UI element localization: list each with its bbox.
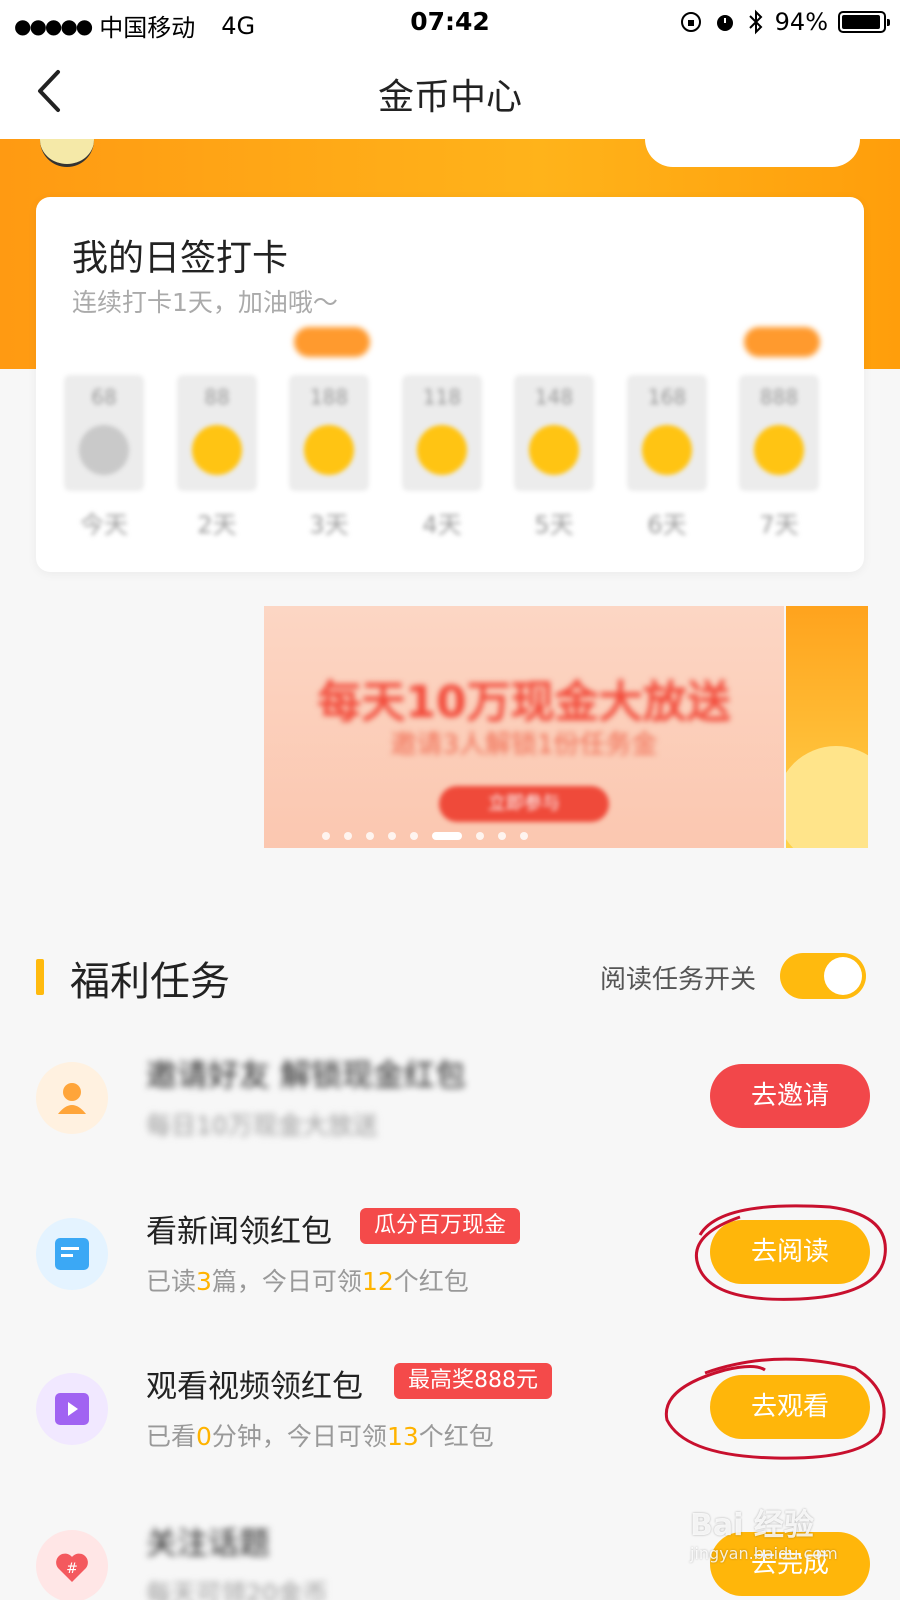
coin-icon [417,425,467,475]
status-bar: ●●●●● 中国移动 4G 07:42 94% [0,0,900,44]
checkin-subtitle: 连续打卡1天，加油哦～ [72,288,338,317]
battery-icon [838,11,890,33]
day-coins: 168 [647,385,687,409]
day-label: 6天 [647,511,687,539]
coin-balance-pill[interactable] [645,139,860,167]
day-label: 2天 [197,511,237,539]
task-name: 看新闻领红包 [146,1214,332,1250]
day-coins: 118 [422,385,462,409]
nav-bar: 金币中心 [0,44,900,139]
task-invite: 邀请好友 解锁现金红包 每日10万现金大放送 去邀请 [0,1036,900,1156]
checkin-day-7[interactable]: 888 7天 [739,327,820,557]
coin-icon [192,425,242,475]
day-coins: 148 [534,385,574,409]
coin-icon [304,425,354,475]
task-watch-video: 观看视频领红包 最高奖888元 已看0分钟，今日可领13个红包 去观看 [0,1347,900,1467]
day-label: 3天 [309,511,349,539]
coin-icon [529,425,579,475]
double-tag [294,327,370,357]
banner-cta-button[interactable]: 立即参与 [439,786,609,822]
checkin-day-6[interactable]: 168 6天 [627,327,707,557]
promo-banner-next[interactable] [786,606,868,848]
reading-task-toggle[interactable] [780,953,866,999]
rotation-lock-icon [680,12,701,32]
task-desc: 已看0分钟，今日可领13个红包 [146,1422,494,1451]
coin-icon [754,425,804,475]
banner-subtitle: 邀请3人解锁1份任务金 [390,730,658,760]
task-name: 关注话题 [146,1526,270,1562]
carousel-dots [322,832,528,840]
task-desc: 已读3篇，今日可领12个红包 [146,1267,469,1296]
news-icon [36,1218,108,1290]
section-title: 福利任务 [70,959,230,1005]
svg-text:#: # [66,1561,78,1577]
read-button[interactable]: 去阅读 [710,1220,870,1284]
watermark: Bai 经验 jingyan.baidu.com [690,1508,838,1563]
task-desc: 每天可领20金币 [146,1579,328,1600]
promo-banner[interactable]: 每天10万现金大放送 邀请3人解锁1份任务金 立即参与 [264,606,784,848]
checkin-title: 我的日签打卡 [72,238,289,279]
day-coins: 888 [759,385,799,409]
day-label: 4天 [422,511,462,539]
watch-button[interactable]: 去观看 [710,1375,870,1439]
checkin-day-4[interactable]: 118 4天 [402,327,482,557]
checkin-days: 68 今天 88 2天 188 3天 118 4天 148 5天 168 6天 … [64,327,844,557]
user-icon [36,1062,108,1134]
task-read-news: 看新闻领红包 瓜分百万现金 已读3篇，今日可领12个红包 去阅读 [0,1192,900,1312]
task-badge: 最高奖888元 [394,1363,552,1399]
day-coins: 188 [309,385,349,409]
banner-title: 每天10万现金大放送 [317,677,731,728]
day-label: 7天 [759,511,799,539]
checkin-day-5[interactable]: 148 5天 [514,327,594,557]
daily-checkin-card: 我的日签打卡 连续打卡1天，加油哦～ 68 今天 88 2天 188 3天 11… [36,197,864,572]
task-name: 观看视频领红包 [146,1369,363,1405]
day-coins: 68 [91,385,117,409]
welfare-tasks-header: 福利任务 阅读任务开关 [36,945,866,1005]
video-icon [36,1373,108,1445]
task-name: 邀请好友 解锁现金红包 [146,1058,466,1094]
alarm-icon [716,15,733,31]
task-badge: 瓜分百万现金 [360,1208,521,1244]
invite-button[interactable]: 去邀请 [710,1064,870,1128]
day-label: 5天 [534,511,574,539]
checkin-day-2[interactable]: 88 2天 [177,327,257,557]
bluetooth-icon [748,9,763,35]
day-coins: 88 [204,385,230,409]
battery-percent: 94% [774,8,828,36]
bonus-tag [744,327,820,357]
task-desc: 每日10万现金大放送 [146,1111,378,1140]
page-title: 金币中心 [377,77,522,118]
checkin-day-3[interactable]: 188 3天 [289,327,370,557]
reading-switch-label: 阅读任务开关 [599,965,756,995]
check-icon [79,425,129,475]
day-label: 今天 [80,511,128,539]
checkin-day-1[interactable]: 68 今天 [64,327,144,557]
heart-icon: # [36,1530,108,1600]
coin-icon [642,425,692,475]
